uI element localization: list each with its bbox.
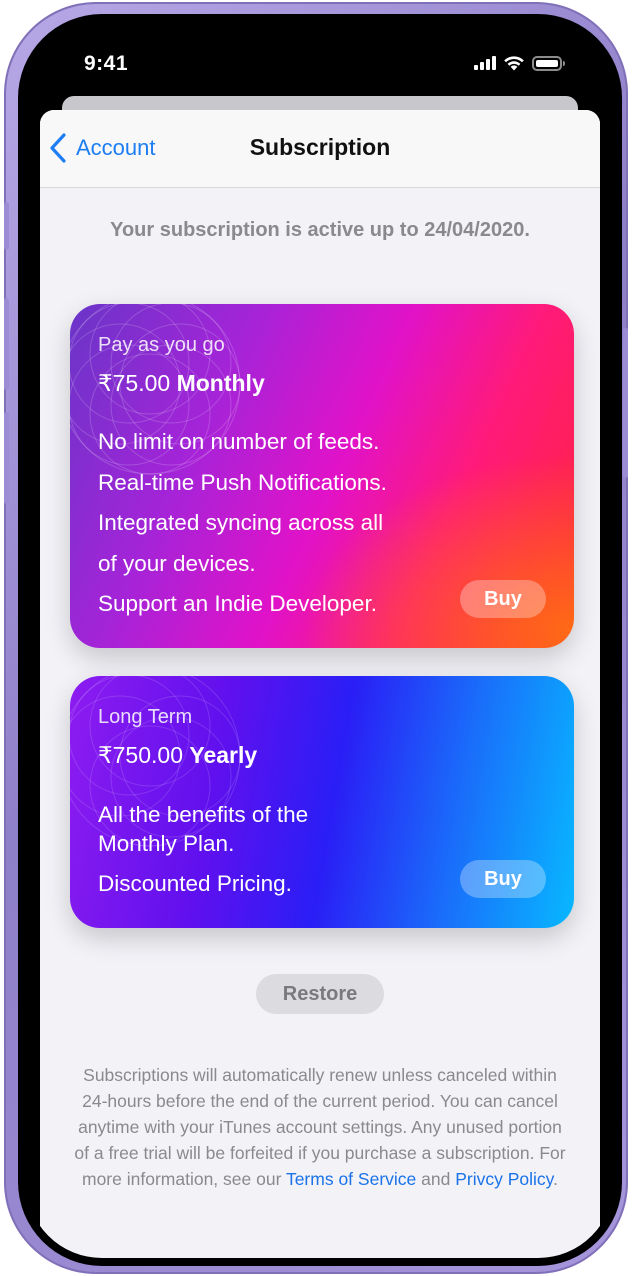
battery-icon <box>532 55 565 71</box>
feature-item: Integrated syncing across all <box>98 510 384 535</box>
navigation-bar: Account Subscription <box>40 110 600 188</box>
price-amount: ₹750.00 <box>98 742 183 768</box>
plan-price: ₹750.00 Yearly <box>98 742 257 769</box>
subscription-status-text: Your subscription is active up to 24/04/… <box>110 219 530 241</box>
subscription-sheet: Account Subscription Your subscription i… <box>40 110 600 1258</box>
price-period: Monthly <box>176 370 265 396</box>
plan-label: Pay as you go <box>98 334 225 356</box>
buy-monthly-button[interactable]: Buy <box>460 580 546 618</box>
wifi-icon <box>504 56 524 71</box>
terms-of-service-link[interactable]: Terms of Service <box>286 1169 416 1189</box>
volume-down-button <box>4 412 9 504</box>
plan-card-yearly: Long Term ₹750.00 Yearly All the benefit… <box>70 676 574 928</box>
feature-item: Discounted Pricing. <box>98 871 292 896</box>
cellular-signal-icon <box>474 56 496 70</box>
feature-item: Real-time Push Notifications. <box>98 469 387 495</box>
price-period: Yearly <box>189 742 258 768</box>
ring-switch <box>4 202 9 250</box>
plan-price: ₹75.00 Monthly <box>98 370 265 397</box>
device-frame: 9:41 Account Subscription Your subscript… <box>4 2 628 1274</box>
feature-item: No limit on number of feeds. <box>98 429 380 454</box>
plan-label: Long Term <box>98 706 193 728</box>
feature-item: Support an Indie Developer. <box>98 591 377 616</box>
plan-card-monthly: Pay as you go ₹75.00 Monthly No limit on… <box>70 304 574 648</box>
volume-up-button <box>4 298 9 390</box>
feature-item: of your devices. <box>98 550 256 576</box>
status-icons <box>474 55 565 71</box>
feature-list: No limit on number of feeds. Real-time P… <box>98 422 387 625</box>
feature-item: Monthly Plan. <box>98 831 235 856</box>
status-time: 9:41 <box>84 52 129 75</box>
privacy-policy-link[interactable]: Privcy Policy <box>455 1169 553 1189</box>
screen: 9:41 Account Subscription Your subscript… <box>26 22 614 1258</box>
legal-text: Subscriptions will automatically renew u… <box>70 1062 570 1192</box>
feature-item: All the benefits of the <box>98 802 309 827</box>
buy-yearly-button[interactable]: Buy <box>460 860 546 898</box>
legal-and: and <box>421 1169 451 1189</box>
page-title: Subscription <box>249 134 391 160</box>
price-amount: ₹75.00 <box>98 370 171 396</box>
legal-period: . <box>553 1169 558 1189</box>
side-button <box>623 328 628 478</box>
restore-button[interactable]: Restore <box>256 974 384 1014</box>
feature-list: All the benefits of the Monthly Plan. Di… <box>98 800 308 898</box>
